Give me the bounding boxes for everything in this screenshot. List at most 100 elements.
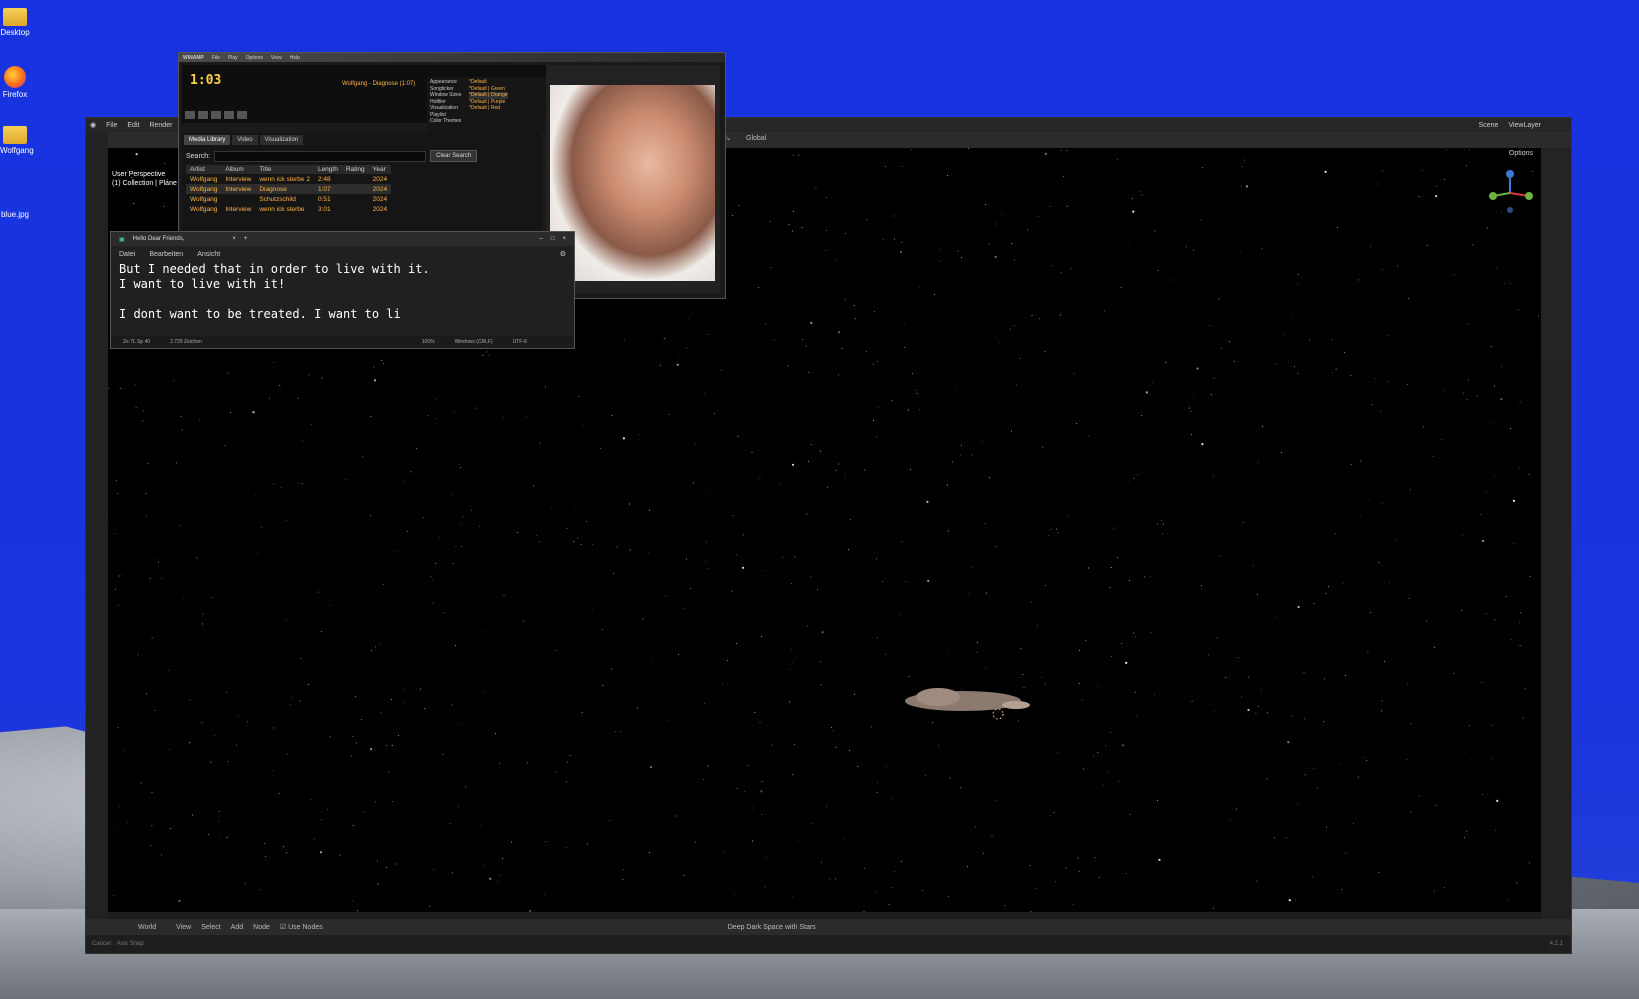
notepad-titlebar[interactable]: ▣ Hello Dear Friends, × + – □ × xyxy=(111,232,574,246)
search-input[interactable] xyxy=(214,150,427,162)
winamp-titlebar[interactable]: WINAMP File Play Options View Help xyxy=(179,53,725,62)
desktop-icon-firefox[interactable]: Firefox xyxy=(0,66,30,99)
menu-node[interactable]: Node xyxy=(253,924,270,931)
pause-button[interactable] xyxy=(211,111,221,119)
star xyxy=(403,702,405,703)
theme-item[interactable]: *Default | Orange xyxy=(469,92,508,99)
properties-panel[interactable] xyxy=(1541,358,1571,919)
table-row[interactable]: Wolfgang Schutzschild 0:51 2024 xyxy=(186,194,391,204)
star xyxy=(817,589,818,590)
use-nodes-checkbox[interactable]: ☑ Use Nodes xyxy=(280,923,323,931)
column-header[interactable]: Length xyxy=(313,165,342,174)
outliner-panel[interactable] xyxy=(1541,148,1571,358)
star xyxy=(1381,269,1383,271)
star xyxy=(210,761,212,763)
desktop-icon-wolfgang[interactable]: Wolfgang xyxy=(0,126,34,155)
star xyxy=(460,523,462,525)
winamp-menu-file[interactable]: File xyxy=(212,55,220,61)
star xyxy=(975,826,976,828)
table-row[interactable]: Wolfgang Interview wenn ick sterbe 2 2:4… xyxy=(186,174,391,184)
maximize-icon[interactable]: □ xyxy=(551,236,555,242)
tab-visualization[interactable]: Visualization xyxy=(259,135,304,145)
menu-ansicht[interactable]: Ansicht xyxy=(197,251,220,258)
pref-item[interactable]: Appearance xyxy=(430,79,461,86)
star xyxy=(1304,718,1306,720)
tab-media-library[interactable]: Media Library xyxy=(184,135,231,145)
pref-item[interactable]: Visualization xyxy=(430,105,461,112)
theme-item[interactable]: *Default | Red xyxy=(469,105,508,112)
desktop-icon-bluejpg[interactable]: blue.jpg xyxy=(0,210,30,219)
winamp-menu-help[interactable]: Help xyxy=(290,55,300,61)
star xyxy=(486,351,488,353)
scene-selector[interactable]: Scene xyxy=(1479,122,1499,129)
table-row[interactable]: Wolfgang Interview wenn ick sterbe 3:01 … xyxy=(186,204,391,214)
menu-edit[interactable]: Edit xyxy=(127,122,139,129)
star xyxy=(1352,822,1354,824)
viewlayer-selector[interactable]: ViewLayer xyxy=(1508,122,1541,129)
body-3d-model[interactable] xyxy=(898,681,1033,721)
table-row[interactable]: Wolfgang Interview Diagnose 1:07 2024 xyxy=(186,184,392,194)
notepad-window: ▣ Hello Dear Friends, × + – □ × Datei Be… xyxy=(110,231,575,349)
winamp-menu-view[interactable]: View xyxy=(271,55,282,61)
clear-search-button[interactable]: Clear Search xyxy=(430,150,478,162)
winamp-menu-play[interactable]: Play xyxy=(228,55,238,61)
star xyxy=(1317,787,1319,789)
star xyxy=(1158,858,1161,861)
menu-file[interactable]: File xyxy=(106,122,117,129)
prev-button[interactable] xyxy=(185,111,195,119)
star xyxy=(995,799,997,801)
pref-item[interactable]: Window Sizes xyxy=(430,92,461,99)
settings-icon[interactable]: ⚙ xyxy=(560,250,566,258)
menu-select[interactable]: Select xyxy=(201,924,220,931)
star xyxy=(351,755,353,757)
star xyxy=(1200,585,1202,587)
pref-item[interactable]: Color Themes xyxy=(430,118,461,125)
notepad-text-area[interactable]: But I needed that in order to live with … xyxy=(111,260,574,324)
star xyxy=(442,753,444,755)
menu-view[interactable]: View xyxy=(176,924,191,931)
cell-rating xyxy=(342,204,369,214)
star xyxy=(900,251,903,254)
column-header[interactable]: Title xyxy=(255,165,314,174)
column-header[interactable]: Artist xyxy=(186,165,222,174)
menu-render[interactable]: Render xyxy=(149,122,172,129)
notepad-statusbar: Ze 7L Sp 40 2.729 Zeichen 100% Windows (… xyxy=(111,336,574,348)
star xyxy=(1162,523,1164,525)
menu-bearbeiten[interactable]: Bearbeiten xyxy=(149,251,183,258)
star xyxy=(1013,325,1015,327)
star xyxy=(114,532,116,534)
star xyxy=(759,721,761,723)
navigation-gizmo[interactable] xyxy=(1485,168,1535,218)
minimize-icon[interactable]: – xyxy=(540,236,543,242)
menu-add[interactable]: Add xyxy=(231,924,243,931)
zoom-level: 100% xyxy=(421,339,435,345)
star xyxy=(151,792,153,794)
play-button[interactable] xyxy=(198,111,208,119)
star xyxy=(273,483,275,485)
star xyxy=(1436,185,1438,187)
next-button[interactable] xyxy=(237,111,247,119)
column-header[interactable]: Rating xyxy=(341,165,369,174)
tab-video[interactable]: Video xyxy=(232,135,258,145)
stop-button[interactable] xyxy=(224,111,234,119)
world-selector[interactable]: World xyxy=(138,924,156,931)
star xyxy=(708,567,710,569)
close-icon[interactable]: × xyxy=(562,236,566,242)
star xyxy=(663,338,665,340)
material-selector[interactable]: Deep Dark Space with Stars xyxy=(728,924,816,931)
transform-orientation[interactable]: Global xyxy=(746,135,766,142)
star xyxy=(610,668,612,670)
new-tab-icon[interactable]: + xyxy=(244,236,248,242)
column-header[interactable]: Album xyxy=(221,165,256,174)
winamp-menu-options[interactable]: Options xyxy=(246,55,263,61)
star xyxy=(265,856,267,857)
menu-datei[interactable]: Datei xyxy=(119,251,135,258)
notepad-menubar: Datei Bearbeiten Ansicht ⚙ xyxy=(111,248,574,260)
options-button[interactable]: Options xyxy=(1509,150,1533,157)
column-header[interactable]: Year xyxy=(368,165,392,174)
desktop-icon-desktop[interactable]: Desktop xyxy=(0,8,30,37)
star xyxy=(224,445,226,447)
star xyxy=(168,670,170,672)
notepad-tab-title[interactable]: Hello Dear Friends, xyxy=(133,236,185,242)
close-tab-icon[interactable]: × xyxy=(232,236,236,242)
